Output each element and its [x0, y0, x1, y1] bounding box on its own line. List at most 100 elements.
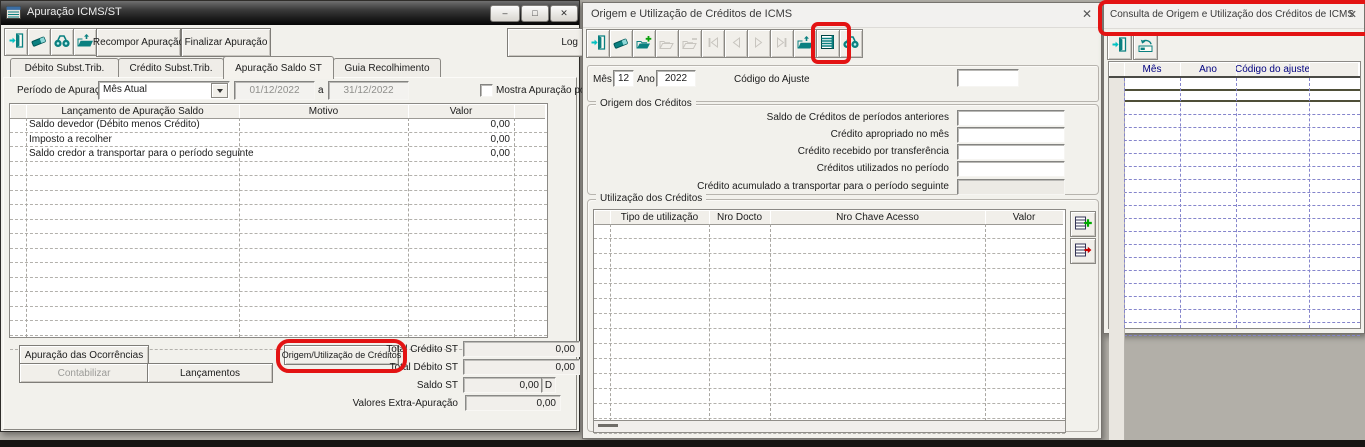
clear-button[interactable] — [609, 29, 633, 58]
lancamentos-button[interactable]: Lançamentos — [147, 363, 273, 383]
codigo-ajuste-input[interactable] — [957, 69, 1019, 87]
total-debito-st-label: Total Débito ST — [389, 362, 458, 373]
nav-next-button — [747, 29, 771, 58]
empty-row — [594, 314, 1065, 329]
saldo-st-field: 0,00 — [463, 377, 544, 393]
grid-header-tipo: Tipo de utilização — [610, 210, 710, 225]
ano-field[interactable]: 2022 — [656, 70, 696, 87]
tab-apuracao-saldo-st[interactable]: Apuração Saldo ST — [223, 56, 334, 79]
nav-last-icon — [776, 36, 788, 51]
tab-guia-recolhimento[interactable]: Guia Recolhimento — [333, 58, 441, 78]
empty-row — [1109, 219, 1360, 232]
empty-rows — [10, 162, 547, 350]
consulta-grid-button[interactable] — [816, 29, 840, 58]
bottom-strip — [0, 440, 1365, 447]
close-icon: ✕ — [560, 8, 568, 18]
credito-recebido-input[interactable] — [957, 144, 1065, 160]
uf-checkbox[interactable] — [480, 84, 493, 97]
table-row[interactable]: Imposto a recolher 0,00 — [10, 133, 547, 147]
print-export-icon — [796, 35, 814, 53]
add-row-button[interactable] — [1070, 211, 1096, 237]
grid-header-mes: Mês — [1124, 62, 1181, 77]
row-selector-column — [1109, 78, 1125, 447]
close-icon[interactable]: ✕ — [1348, 8, 1357, 21]
search-button[interactable] — [50, 28, 74, 56]
tab-credito-subst[interactable]: Crédito Subst.Trib. — [118, 58, 224, 78]
recompor-apuracao-button[interactable]: Recompor Apuração — [93, 28, 184, 57]
exit-button[interactable] — [4, 28, 28, 56]
window-title: Origem e Utilização de Créditos de ICMS — [591, 8, 793, 20]
minimize-icon: – — [502, 8, 508, 18]
empty-row — [594, 284, 1065, 299]
minimize-button[interactable]: – — [490, 5, 520, 22]
period-select[interactable]: Mês Atual — [98, 81, 230, 100]
eraser-icon — [613, 35, 629, 53]
grid-rows: Saldo devedor (Débito menos Crédito) 0,0… — [10, 118, 547, 350]
scrollbar-thumb[interactable] — [598, 424, 618, 427]
tab-debito-subst[interactable]: Débito Subst.Trib. — [10, 58, 119, 78]
grid-header-ano: Ano — [1180, 62, 1237, 77]
creditos-utilizados-input[interactable] — [957, 161, 1065, 177]
grid-rows — [1109, 76, 1360, 447]
empty-row — [10, 278, 547, 292]
maximize-button[interactable]: □ — [521, 5, 549, 22]
grid-header-motivo: Motivo — [239, 104, 409, 119]
window-origem-creditos: Origem e Utilização de Créditos de ICMS … — [582, 2, 1102, 439]
table-row[interactable]: Saldo devedor (Débito menos Crédito) 0,0… — [10, 118, 547, 133]
codigo-ajuste-label: Código do Ajuste — [734, 74, 810, 85]
empty-row — [594, 389, 1065, 404]
add-record-icon — [635, 35, 653, 53]
eraser-icon — [31, 33, 47, 51]
horizontal-scrollbar[interactable] — [593, 420, 1066, 433]
grid-view-icon — [820, 34, 836, 53]
exit-door-icon — [8, 33, 25, 51]
table-row[interactable]: Saldo credor a transportar para o períod… — [10, 147, 547, 162]
titlebar-origem: Origem e Utilização de Créditos de ICMS … — [583, 3, 1101, 28]
credito-acumulado-label: Crédito acumulado a transportar para o p… — [697, 181, 949, 192]
apuracao-ocorrencias-button[interactable]: Apuração das Ocorrências — [19, 345, 149, 365]
grid-header-valor: Valor — [985, 210, 1063, 225]
valores-extra-field: 0,00 — [465, 395, 561, 411]
add-row-icon — [1074, 215, 1092, 234]
delete-row-icon — [1074, 242, 1092, 261]
empty-row — [10, 263, 547, 278]
window-title: Consulta de Origem e Utilização dos Créd… — [1110, 9, 1354, 20]
close-button[interactable]: ✕ — [550, 5, 578, 22]
grid-rows — [594, 224, 1065, 434]
empty-row — [1109, 323, 1360, 336]
add-record-button[interactable] — [632, 29, 656, 58]
empty-row — [10, 249, 547, 263]
desktop: Apuração ICMS/ST – □ ✕ Recompor Apuração… — [0, 0, 1365, 447]
empty-row — [1109, 258, 1360, 271]
selected-row[interactable] — [1109, 89, 1360, 102]
grid-header-lancamento: Lançamento de Apuração Saldo — [26, 104, 240, 119]
empty-row — [594, 299, 1065, 314]
binoculars-icon — [842, 35, 860, 52]
print-button[interactable] — [793, 29, 817, 58]
empty-row — [594, 224, 1065, 239]
dropdown-button[interactable] — [211, 83, 228, 98]
row-first[interactable] — [1109, 78, 1360, 89]
saldo-periodos-anteriores-input[interactable] — [957, 110, 1065, 126]
edit-record-icon-disabled — [658, 35, 676, 53]
close-icon[interactable]: ✕ — [1082, 7, 1092, 21]
empty-row — [594, 254, 1065, 269]
mes-field[interactable]: 12 — [613, 70, 634, 87]
empty-row — [1109, 271, 1360, 284]
utilizacao-creditos-group-title: Utilização dos Créditos — [596, 193, 707, 204]
exit-button[interactable] — [586, 29, 610, 58]
finalizar-apuracao-button[interactable]: Finalizar Apuração — [181, 28, 271, 57]
load-record-button[interactable] — [1133, 32, 1158, 60]
credito-apropriado-input[interactable] — [957, 127, 1065, 143]
log-button[interactable]: Log — [507, 28, 585, 57]
empty-row — [1109, 245, 1360, 258]
total-credito-st-field: 0,00 — [463, 341, 580, 357]
delete-record-button — [678, 29, 702, 58]
search-button[interactable] — [839, 29, 863, 58]
delete-row-button[interactable] — [1070, 238, 1096, 264]
exit-button[interactable] — [1107, 32, 1132, 60]
clear-button[interactable] — [27, 28, 51, 56]
empty-row — [1109, 310, 1360, 323]
exit-door-icon — [1111, 37, 1128, 55]
nav-next-icon — [754, 36, 764, 51]
